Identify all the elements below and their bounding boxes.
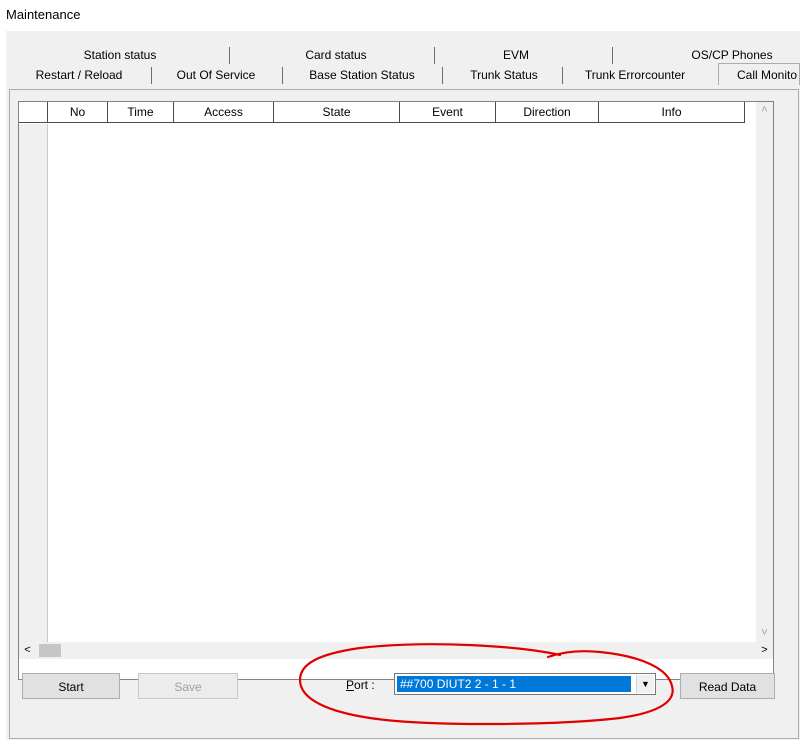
column-header-event[interactable]: Event <box>400 102 496 123</box>
tab-separator <box>434 47 435 64</box>
tab-separator <box>442 67 443 84</box>
grid-corner-cell <box>19 102 48 123</box>
port-label-text: ort : <box>354 678 375 692</box>
vertical-scrollbar[interactable]: ˄ ˅ <box>756 102 773 642</box>
tab-call-monitor[interactable]: Call Monito <box>718 63 800 85</box>
port-label: Port : <box>346 678 375 692</box>
scroll-right-icon[interactable]: > <box>756 642 773 659</box>
tab-separator <box>562 67 563 84</box>
port-label-hotkey: P <box>346 678 355 692</box>
row-header-column <box>19 124 48 642</box>
horizontal-scrollbar[interactable]: < > <box>19 642 773 659</box>
maintenance-dialog: Station status Card status EVM OS/CP Pho… <box>6 31 800 740</box>
horizontal-scroll-thumb[interactable] <box>39 644 61 657</box>
chevron-down-icon[interactable]: ▼ <box>636 675 654 693</box>
tab-separator <box>229 47 230 64</box>
grid-header: No Time Access State Event Direction Inf… <box>19 102 773 124</box>
column-header-time[interactable]: Time <box>108 102 174 123</box>
start-button[interactable]: Start <box>22 673 120 699</box>
tab-out-of-service[interactable]: Out Of Service <box>164 65 268 85</box>
column-header-state[interactable]: State <box>274 102 400 123</box>
tab-row-front: Restart / Reload Out Of Service Base Sta… <box>6 63 800 85</box>
tab-restart-reload[interactable]: Restart / Reload <box>24 65 134 85</box>
window-title: Maintenance <box>6 7 81 22</box>
tab-separator <box>282 67 283 84</box>
column-header-access[interactable]: Access <box>174 102 274 123</box>
read-data-button[interactable]: Read Data <box>680 673 775 699</box>
column-header-no[interactable]: No <box>48 102 108 123</box>
tab-separator <box>612 47 613 64</box>
column-header-info[interactable]: Info <box>599 102 745 123</box>
scroll-left-icon[interactable]: < <box>19 642 36 659</box>
tab-base-station-status[interactable]: Base Station Status <box>292 65 432 85</box>
tab-separator <box>151 67 152 84</box>
port-select[interactable]: ##700 DIUT2 2 - 1 - 1 ▼ <box>394 673 656 695</box>
tab-trunk-status[interactable]: Trunk Status <box>454 65 554 85</box>
tab-trunk-errorcounter[interactable]: Trunk Errorcounter <box>572 65 698 85</box>
tab-card-status[interactable]: Card status <box>286 45 386 65</box>
tab-evm[interactable]: EVM <box>486 45 546 65</box>
save-button[interactable]: Save <box>138 673 238 699</box>
call-monitor-grid[interactable]: No Time Access State Event Direction Inf… <box>18 101 774 680</box>
scroll-up-icon[interactable]: ˄ <box>756 102 773 119</box>
column-header-direction[interactable]: Direction <box>496 102 599 123</box>
port-select-value: ##700 DIUT2 2 - 1 - 1 <box>397 676 631 692</box>
tab-row-back: Station status Card status EVM OS/CP Pho… <box>6 45 800 65</box>
scroll-down-icon[interactable]: ˅ <box>756 625 773 642</box>
tab-station-status[interactable]: Station status <box>70 45 170 65</box>
tab-os-cp-phones[interactable]: OS/CP Phones <box>682 45 782 65</box>
